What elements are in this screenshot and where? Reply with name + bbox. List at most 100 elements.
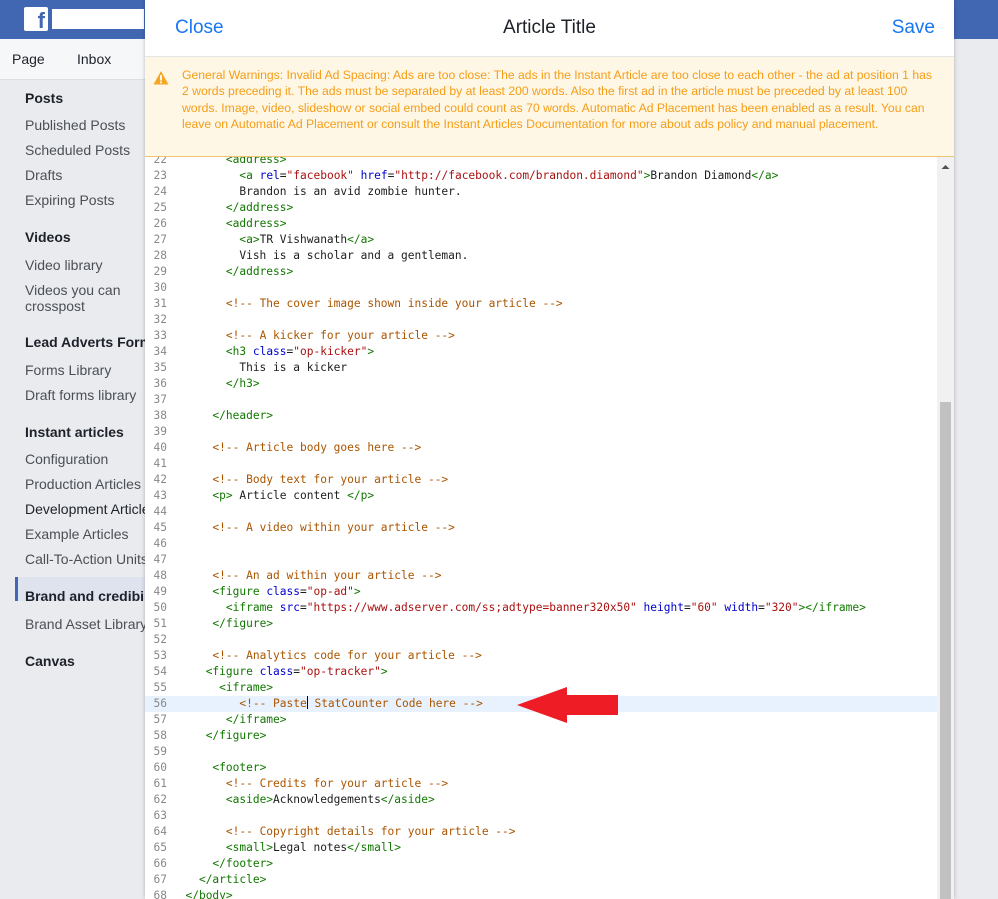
line-source[interactable]: <!-- Credits for your article --> — [172, 776, 448, 792]
line-source[interactable]: <iframe src="https://www.adserver.com/ss… — [172, 600, 866, 616]
line-source[interactable]: This is a kicker — [172, 360, 347, 376]
line-source[interactable]: <h3 class="op-kicker"> — [172, 344, 374, 360]
line-source[interactable]: <small>Legal notes</small> — [172, 840, 401, 856]
code-line[interactable]: 54 <figure class="op-tracker"> — [145, 664, 937, 680]
sidebar-item-scheduled-posts[interactable]: Scheduled Posts — [25, 142, 130, 158]
code-line[interactable]: 37 — [145, 392, 937, 408]
sidebar-item-forms-library[interactable]: Forms Library — [25, 362, 111, 378]
save-button[interactable]: Save — [892, 17, 935, 39]
line-source[interactable]: <a rel="facebook" href="http://facebook.… — [172, 168, 778, 184]
line-source[interactable]: </address> — [172, 264, 293, 280]
code-line[interactable]: 38 </header> — [145, 408, 937, 424]
line-source[interactable]: <!-- The cover image shown inside your a… — [172, 296, 563, 312]
line-source[interactable]: <!-- Copyright details for your article … — [172, 824, 516, 840]
sidebar-item-call-to-action-units[interactable]: Call-To-Action Units — [25, 551, 148, 567]
code-lines[interactable]: 22 <address> 23 <a rel="facebook" href="h… — [145, 157, 937, 899]
search-input[interactable] — [52, 9, 144, 29]
line-source[interactable]: <iframe> — [172, 680, 273, 696]
code-line[interactable]: 49 <figure class="op-ad"> — [145, 584, 937, 600]
code-line[interactable]: 58 </figure> — [145, 728, 937, 744]
scrollbar-thumb[interactable] — [940, 402, 951, 899]
line-source[interactable]: <!-- A video within your article --> — [172, 520, 454, 536]
code-line[interactable]: 28 Vish is a scholar and a gentleman. — [145, 248, 937, 264]
code-line[interactable]: 63 — [145, 808, 937, 824]
code-line[interactable]: 27 <a>TR Vishwanath</a> — [145, 232, 937, 248]
line-source[interactable]: <!-- A kicker for your article --> — [172, 328, 455, 344]
line-source[interactable]: <!-- An ad within your article --> — [172, 568, 441, 584]
code-line[interactable]: 46 — [145, 536, 937, 552]
facebook-logo-icon[interactable]: f — [24, 7, 48, 31]
sidebar-item-video-library[interactable]: Video library — [25, 257, 103, 273]
code-line[interactable]: 34 <h3 class="op-kicker"> — [145, 344, 937, 360]
line-source[interactable]: <aside>Acknowledgements</aside> — [172, 792, 435, 808]
code-line[interactable]: 35 This is a kicker — [145, 360, 937, 376]
line-source[interactable]: <address> — [172, 157, 287, 168]
code-line[interactable]: 47 — [145, 552, 937, 568]
code-line[interactable]: 68 </body> — [145, 888, 937, 899]
line-source[interactable]: </h3> — [172, 376, 260, 392]
line-source[interactable]: <p> Article content </p> — [172, 488, 374, 504]
sidebar-item-configuration[interactable]: Configuration — [25, 451, 108, 467]
code-line[interactable]: 66 </footer> — [145, 856, 937, 872]
code-line[interactable]: 44 — [145, 504, 937, 520]
code-line[interactable]: 40 <!-- Article body goes here --> — [145, 440, 937, 456]
code-line[interactable]: 43 <p> Article content </p> — [145, 488, 937, 504]
code-line[interactable]: 39 — [145, 424, 937, 440]
code-line[interactable]: 52 — [145, 632, 937, 648]
code-line[interactable]: 41 — [145, 456, 937, 472]
sidebar-item-production-articles[interactable]: Production Articles — [25, 476, 141, 492]
line-source[interactable]: <!-- Body text for your article --> — [172, 472, 448, 488]
code-line[interactable]: 62 <aside>Acknowledgements</aside> — [145, 792, 937, 808]
editor-scrollbar[interactable] — [937, 157, 954, 899]
line-source[interactable]: <figure class="op-ad"> — [172, 584, 360, 600]
line-source[interactable]: Brandon is an avid zombie hunter. — [172, 184, 461, 200]
sidebar-item-expiring-posts[interactable]: Expiring Posts — [25, 192, 114, 208]
line-source[interactable]: <!-- Article body goes here --> — [172, 440, 421, 456]
code-line[interactable]: 65 <small>Legal notes</small> — [145, 840, 937, 856]
code-line[interactable]: 32 — [145, 312, 937, 328]
line-source[interactable]: </iframe> — [172, 712, 287, 728]
code-line[interactable]: 26 <address> — [145, 216, 937, 232]
line-source[interactable]: <figure class="op-tracker"> — [172, 664, 388, 680]
line-source[interactable]: </body> — [172, 888, 232, 899]
code-line[interactable]: 36 </h3> — [145, 376, 937, 392]
line-source[interactable]: <!-- Paste StatCounter Code here --> — [172, 696, 483, 712]
line-source[interactable]: </address> — [172, 200, 293, 216]
code-editor[interactable]: 22 <address> 23 <a rel="facebook" href="h… — [145, 157, 954, 899]
code-line[interactable]: 25 </address> — [145, 200, 937, 216]
sidebar-item-published-posts[interactable]: Published Posts — [25, 117, 125, 133]
line-source[interactable]: </figure> — [172, 728, 267, 744]
sidebar-item-example-articles[interactable]: Example Articles — [25, 526, 128, 542]
tab-inbox[interactable]: Inbox — [77, 51, 111, 67]
tab-page[interactable]: Page — [12, 51, 45, 67]
code-line[interactable]: 24 Brandon is an avid zombie hunter. — [145, 184, 937, 200]
code-line[interactable]: 59 — [145, 744, 937, 760]
code-line[interactable]: 53 <!-- Analytics code for your article … — [145, 648, 937, 664]
code-line[interactable]: 31 <!-- The cover image shown inside you… — [145, 296, 937, 312]
line-source[interactable]: </article> — [172, 872, 266, 888]
scroll-up-arrow-icon[interactable] — [937, 161, 954, 173]
line-source[interactable]: <a>TR Vishwanath</a> — [172, 232, 374, 248]
code-line[interactable]: 30 — [145, 280, 937, 296]
code-line[interactable]: 33 <!-- A kicker for your article --> — [145, 328, 937, 344]
sidebar-item-brand-asset-library[interactable]: Brand Asset Library — [25, 616, 147, 632]
line-source[interactable]: </footer> — [172, 856, 273, 872]
line-source[interactable]: </figure> — [172, 616, 273, 632]
sidebar-item-development-articles[interactable]: Development Articles — [25, 501, 157, 517]
code-line[interactable]: 60 <footer> — [145, 760, 937, 776]
line-source[interactable]: <address> — [172, 216, 287, 232]
code-line[interactable]: 45 <!-- A video within your article --> — [145, 520, 937, 536]
sidebar-item-videos-crosspost[interactable]: Videos you can crosspost — [25, 282, 125, 314]
code-line[interactable]: 61 <!-- Credits for your article --> — [145, 776, 937, 792]
code-line[interactable]: 23 <a rel="facebook" href="http://facebo… — [145, 168, 937, 184]
line-source[interactable]: Vish is a scholar and a gentleman. — [172, 248, 468, 264]
code-line[interactable]: 42 <!-- Body text for your article --> — [145, 472, 937, 488]
code-line[interactable]: 22 <address> — [145, 157, 937, 168]
code-line[interactable]: 67 </article> — [145, 872, 937, 888]
line-source[interactable]: <!-- Analytics code for your article --> — [172, 648, 481, 664]
sidebar-heading-canvas[interactable]: Canvas — [25, 653, 75, 669]
line-source[interactable]: <footer> — [172, 760, 266, 776]
code-line[interactable]: 50 <iframe src="https://www.adserver.com… — [145, 600, 937, 616]
code-line[interactable]: 64 <!-- Copyright details for your artic… — [145, 824, 937, 840]
line-source[interactable]: </header> — [172, 408, 273, 424]
